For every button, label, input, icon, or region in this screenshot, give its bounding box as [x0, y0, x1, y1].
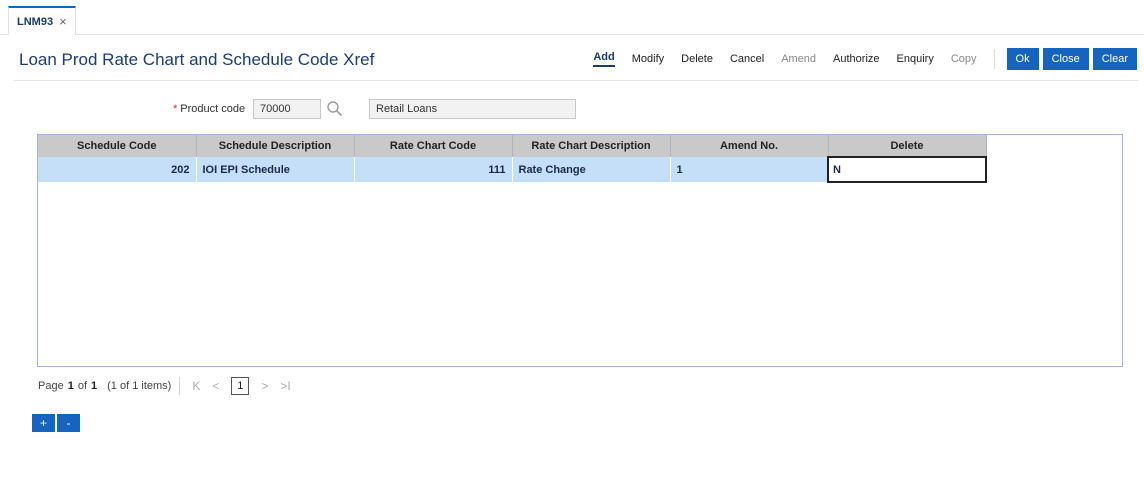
copy-action[interactable]: Copy	[951, 53, 977, 65]
cell-schedule-code[interactable]: 202	[38, 157, 197, 182]
cell-rate-chart-code[interactable]: 111	[354, 157, 513, 182]
pagination: Page 1 of 1 (1 of 1 items) K < 1 > >I	[38, 377, 303, 395]
toolbar-divider	[993, 49, 995, 69]
ok-button[interactable]: Ok	[1006, 48, 1039, 70]
xref-grid: Schedule Code Schedule Description Rate …	[37, 134, 1123, 367]
product-code-label: * Product code	[173, 103, 245, 115]
table-header-row: Schedule Code Schedule Description Rate …	[38, 135, 987, 157]
amend-action[interactable]: Amend	[781, 53, 816, 65]
table-row[interactable]: 202 IOI EPI Schedule 111 Rate Change 1 N	[38, 156, 987, 183]
col-schedule-description[interactable]: Schedule Description	[196, 135, 355, 157]
page-number-button[interactable]: 1	[231, 377, 250, 395]
enquiry-action[interactable]: Enquiry	[897, 53, 934, 65]
col-amend-no[interactable]: Amend No.	[670, 135, 829, 157]
required-marker: *	[173, 103, 178, 115]
action-toolbar: Add Modify Delete Cancel Amend Authorize…	[593, 47, 1137, 71]
close-button[interactable]: Close	[1042, 48, 1089, 70]
delete-action[interactable]: Delete	[681, 53, 713, 65]
current-page: 1	[67, 380, 74, 392]
product-description-field: Retail Loans	[369, 99, 576, 119]
add-row-button[interactable]: +	[32, 414, 55, 432]
product-code-input[interactable]: 70000	[253, 99, 321, 119]
col-rate-chart-code[interactable]: Rate Chart Code	[354, 135, 513, 157]
last-page-icon[interactable]: >I	[280, 379, 290, 393]
cell-amend-no[interactable]: 1	[670, 157, 829, 182]
title-divider	[14, 80, 1139, 81]
page-title: Loan Prod Rate Chart and Schedule Code X…	[19, 50, 375, 69]
tab-label: LNM93	[17, 15, 54, 28]
cancel-action[interactable]: Cancel	[730, 53, 764, 65]
cell-rate-chart-description[interactable]: Rate Change	[512, 157, 671, 182]
tab-bar: LNM93 ×	[0, 0, 1144, 35]
items-count: (1 of 1 items)	[107, 380, 172, 392]
cell-schedule-description[interactable]: IOI EPI Schedule	[196, 157, 355, 182]
clear-button[interactable]: Clear	[1092, 48, 1137, 70]
modify-action[interactable]: Modify	[632, 53, 664, 65]
remove-row-button[interactable]: -	[57, 414, 80, 432]
page-label: Page	[38, 380, 64, 392]
col-rate-chart-description[interactable]: Rate Chart Description	[512, 135, 671, 157]
xref-table: Schedule Code Schedule Description Rate …	[38, 135, 987, 183]
prev-page-icon[interactable]: <	[212, 379, 219, 393]
pager-divider	[179, 377, 181, 395]
search-icon[interactable]	[326, 99, 344, 119]
col-schedule-code[interactable]: Schedule Code	[38, 135, 197, 157]
row-actions: + -	[32, 414, 80, 432]
col-delete[interactable]: Delete	[828, 135, 987, 157]
of-label: of	[77, 380, 88, 392]
close-icon[interactable]: ×	[59, 14, 67, 29]
cell-delete-input[interactable]: N	[827, 156, 987, 183]
product-code-label-text: Product code	[180, 103, 246, 115]
tab-lnm93[interactable]: LNM93 ×	[8, 6, 76, 35]
authorize-action[interactable]: Authorize	[833, 53, 879, 65]
next-page-icon[interactable]: >	[261, 379, 268, 393]
first-page-icon[interactable]: K	[192, 379, 200, 393]
add-action[interactable]: Add	[593, 51, 615, 67]
total-pages: 1	[91, 380, 98, 392]
